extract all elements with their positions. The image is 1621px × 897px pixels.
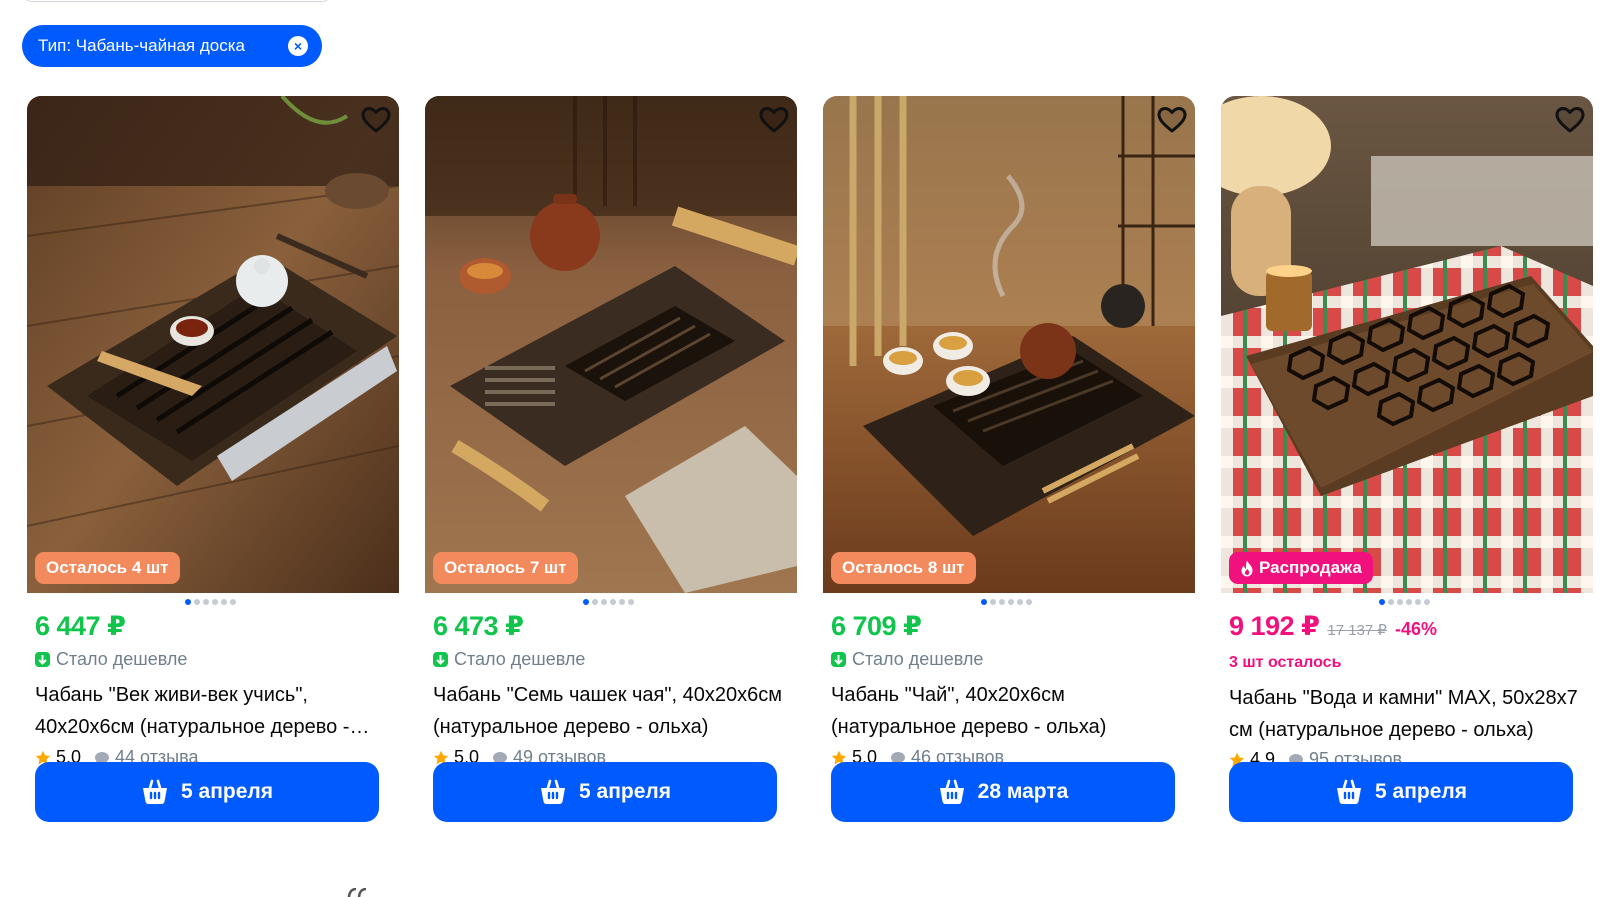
- heart-outline-icon[interactable]: [1157, 106, 1187, 134]
- product-photo-tea-tray-1: [27, 96, 399, 593]
- price-row: 9 192 ₽ 17 137 ₽ -46%: [1229, 611, 1437, 642]
- price-row: 6 473 ₽: [433, 611, 524, 642]
- price-row: 6 709 ₽: [831, 611, 922, 642]
- pagination-dot[interactable]: [601, 599, 607, 605]
- add-to-cart-button[interactable]: 28 марта: [831, 762, 1175, 822]
- delivery-date: 5 апреля: [579, 780, 671, 803]
- pagination-dot[interactable]: [1026, 599, 1032, 605]
- discount-percent: -46%: [1394, 619, 1437, 639]
- pagination-dot[interactable]: [1424, 599, 1430, 605]
- product-title[interactable]: Чабань "Семь чашек чая", 40х20х6см (нату…: [433, 679, 789, 743]
- add-to-cart-button[interactable]: 5 апреля: [35, 762, 379, 822]
- pagination-dot[interactable]: [999, 599, 1005, 605]
- product-photo-tea-tray-2: [425, 96, 797, 593]
- pagination-dot[interactable]: [203, 599, 209, 605]
- product-image[interactable]: Осталось 4 шт: [27, 96, 399, 593]
- price-drop-note: Стало дешевле: [831, 649, 983, 670]
- product-card[interactable]: Осталось 8 шт 6 709 ₽ Стало дешевле Чаба…: [823, 96, 1195, 822]
- product-title[interactable]: Чабань "Чай", 40х20х6см (натуральное дер…: [831, 679, 1187, 743]
- pagination-dot[interactable]: [583, 599, 589, 605]
- sale-badge-label: Распродажа: [1259, 558, 1362, 577]
- basket-icon: [1337, 779, 1361, 804]
- pagination-dot[interactable]: [628, 599, 634, 605]
- pagination-dot[interactable]: [610, 599, 616, 605]
- delivery-date: 28 марта: [977, 780, 1069, 803]
- product-image[interactable]: Осталось 7 шт: [425, 96, 797, 593]
- stock-left-note: 3 шт осталось: [1229, 654, 1342, 671]
- heart-outline-icon[interactable]: [361, 106, 391, 134]
- product-photo-tea-tray-3: [823, 96, 1195, 593]
- pagination-dot[interactable]: [230, 599, 236, 605]
- image-pagination: [981, 599, 1032, 605]
- pagination-dot[interactable]: [592, 599, 598, 605]
- heart-outline-icon[interactable]: [1555, 106, 1585, 134]
- product-grid: Осталось 4 шт 6 447 ₽ Стало дешевле Чаба…: [27, 96, 1593, 822]
- price-drop-label: Стало дешевле: [454, 649, 586, 669]
- pagination-dot[interactable]: [1406, 599, 1412, 605]
- pagination-dot[interactable]: [1008, 599, 1014, 605]
- pagination-dot[interactable]: [1017, 599, 1023, 605]
- arrow-down-icon: [35, 652, 50, 667]
- stock-badge: Осталось 4 шт: [35, 552, 180, 584]
- image-pagination: [1379, 599, 1430, 605]
- product-card[interactable]: Распродажа 9 192 ₽ 17 137 ₽ -46% 3 шт ос…: [1221, 96, 1593, 822]
- pagination-dot[interactable]: [990, 599, 996, 605]
- pagination-dot[interactable]: [619, 599, 625, 605]
- pagination-dot[interactable]: [1397, 599, 1403, 605]
- speech-bubble-icon: [347, 888, 367, 897]
- product-image[interactable]: Распродажа: [1221, 96, 1593, 593]
- delivery-date: 5 апреля: [1375, 780, 1467, 803]
- flame-icon: [1241, 560, 1253, 576]
- pagination-dot[interactable]: [981, 599, 987, 605]
- arrow-down-icon: [831, 652, 846, 667]
- sale-badge: Распродажа: [1229, 552, 1373, 584]
- stock-badge: Осталось 7 шт: [433, 552, 578, 584]
- price-drop-note: Стало дешевле: [35, 649, 187, 670]
- product-title[interactable]: Чабань "Вода и камни" MAX, 50х28х7 см (н…: [1229, 682, 1585, 746]
- filter-chip-type[interactable]: Тип: Чабань-чайная доска ×: [22, 25, 322, 67]
- basket-icon: [939, 779, 964, 804]
- image-pagination: [583, 599, 634, 605]
- image-pagination: [185, 599, 236, 605]
- current-price: 6 447 ₽: [35, 611, 126, 641]
- search-field-outline: [22, 0, 332, 2]
- current-price: 6 473 ₽: [433, 611, 524, 641]
- add-to-cart-button[interactable]: 5 апреля: [1229, 762, 1573, 822]
- heart-outline-icon[interactable]: [759, 106, 789, 134]
- basket-icon: [143, 779, 167, 804]
- stock-badge-label: Осталось 4 шт: [46, 558, 169, 577]
- current-price: 6 709 ₽: [831, 611, 922, 641]
- pagination-dot[interactable]: [221, 599, 227, 605]
- stock-badge-label: Осталось 7 шт: [444, 558, 567, 577]
- pagination-dot[interactable]: [185, 599, 191, 605]
- pagination-dot[interactable]: [212, 599, 218, 605]
- stock-badge: Осталось 8 шт: [831, 552, 976, 584]
- price-drop-note: Стало дешевле: [433, 649, 585, 670]
- price-row: 6 447 ₽: [35, 611, 126, 642]
- pagination-dot[interactable]: [1379, 599, 1385, 605]
- pagination-dot[interactable]: [1415, 599, 1421, 605]
- arrow-down-icon: [433, 652, 448, 667]
- product-image[interactable]: Осталось 8 шт: [823, 96, 1195, 593]
- current-price: 9 192 ₽: [1229, 611, 1320, 641]
- price-drop-label: Стало дешевле: [852, 649, 984, 669]
- product-title[interactable]: Чабань "Век живи-век учись", 40х20х6см (…: [35, 679, 391, 743]
- price-drop-label: Стало дешевле: [56, 649, 188, 669]
- filter-chip-label: Тип: Чабань-чайная доска: [38, 36, 245, 55]
- product-card[interactable]: Осталось 4 шт 6 447 ₽ Стало дешевле Чаба…: [27, 96, 399, 822]
- product-photo-tea-tray-4: [1221, 96, 1593, 593]
- basket-icon: [541, 779, 565, 804]
- old-price: 17 137 ₽: [1327, 622, 1387, 639]
- pagination-dot[interactable]: [1388, 599, 1394, 605]
- delivery-date: 5 апреля: [181, 780, 273, 803]
- stock-badge-label: Осталось 8 шт: [842, 558, 965, 577]
- product-card[interactable]: Осталось 7 шт 6 473 ₽ Стало дешевле Чаба…: [425, 96, 797, 822]
- pagination-dot[interactable]: [194, 599, 200, 605]
- add-to-cart-button[interactable]: 5 апреля: [433, 762, 777, 822]
- close-circle-icon[interactable]: ×: [288, 36, 308, 56]
